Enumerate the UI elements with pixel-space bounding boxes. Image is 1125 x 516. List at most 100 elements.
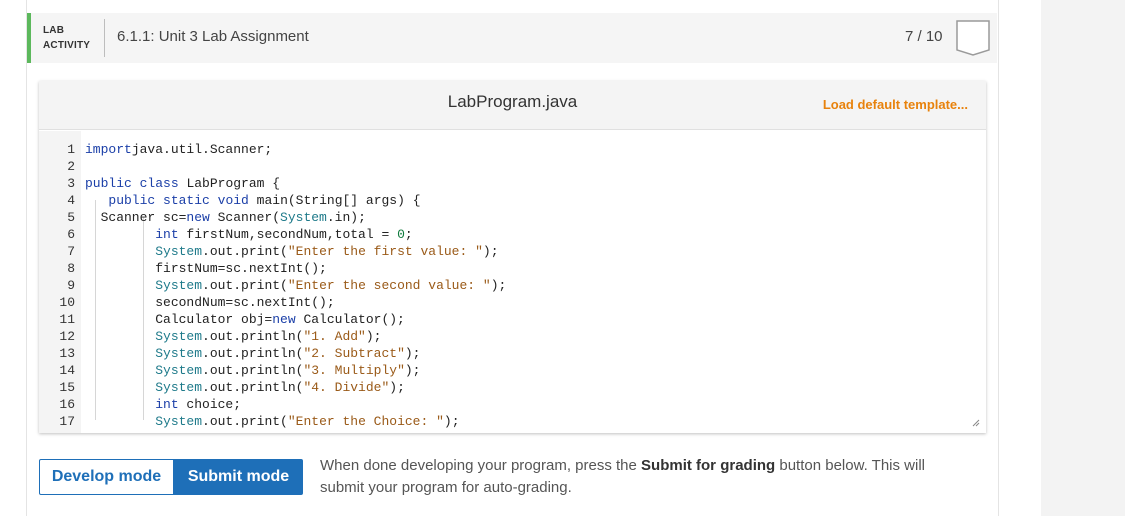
code-text: Calculator obj=new Calculator(); — [85, 311, 405, 328]
line-number: 4 — [67, 193, 75, 208]
line-number: 11 — [59, 312, 75, 327]
code-line: 15 System.out.println("4. Divide"); — [39, 379, 979, 396]
code-token: import — [85, 142, 132, 157]
code-text: Scanner sc=new Scanner(System.in); — [85, 209, 366, 226]
code-text: public static void main(String[] args) { — [85, 192, 421, 209]
code-token: ); — [389, 380, 405, 395]
code-token: secondNum=sc.nextInt(); — [85, 295, 335, 310]
lab-label-line1: LAB — [43, 25, 65, 36]
line-number: 9 — [67, 278, 75, 293]
code-token: class — [139, 176, 179, 191]
code-text: public class LabProgram { — [85, 175, 280, 192]
code-token: .out.println( — [202, 329, 304, 344]
code-line: 6 int firstNum,secondNum,total = 0; — [39, 226, 979, 243]
code-text: System.out.println("1. Add"); — [85, 328, 381, 345]
develop-mode-button[interactable]: Develop mode — [39, 459, 174, 495]
line-number: 2 — [67, 159, 75, 174]
header-divider — [104, 19, 105, 57]
code-token: "4. Divide" — [303, 380, 390, 395]
code-line: 12 System.out.println("1. Add"); — [39, 328, 979, 345]
line-number: 17 — [59, 414, 75, 429]
code-token: Calculator obj= — [85, 312, 273, 327]
load-default-template-link[interactable]: Load default template... — [823, 97, 968, 112]
code-token: .out.print( — [202, 278, 288, 293]
code-token: .in); — [326, 210, 366, 225]
lab-label-line2: ACTIVITY — [43, 40, 91, 51]
code-token: .out.println( — [202, 346, 304, 361]
submit-help-text: When done developing your program, press… — [320, 455, 960, 499]
code-token: firstNum,secondNum,total = — [178, 227, 398, 242]
code-token: java.util.Scanner; — [131, 142, 273, 157]
code-token: "2. Subtract" — [303, 346, 405, 361]
code-line: 1 importjava.util.Scanner; — [39, 141, 979, 158]
code-text-area[interactable]: 1 importjava.util.Scanner; 2 3 public class … — [39, 131, 986, 433]
line-number: 8 — [67, 261, 75, 276]
code-token: ); — [482, 244, 499, 259]
code-line: 2 — [39, 158, 979, 175]
code-token: new — [272, 312, 296, 327]
code-text: System.out.print("Enter the Choice: "); — [85, 413, 460, 430]
code-token: ); — [404, 346, 421, 361]
code-text: int firstNum,secondNum,total = 0; — [85, 226, 413, 243]
code-token: void — [217, 193, 249, 208]
code-token: System — [155, 346, 203, 361]
lab-activity-label: LAB ACTIVITY — [43, 23, 90, 53]
code-token: System — [280, 210, 327, 225]
code-token: Scanner( — [209, 210, 281, 225]
line-number: 15 — [59, 380, 75, 395]
code-token: Scanner sc= — [85, 210, 187, 225]
line-number: 10 — [59, 295, 75, 310]
code-text: importjava.util.Scanner; — [85, 141, 272, 158]
code-token: "1. Add" — [303, 329, 366, 344]
code-line: 5 Scanner sc=new Scanner(System.in); — [39, 209, 979, 226]
code-token: ); — [443, 414, 460, 429]
code-token: System — [155, 244, 203, 259]
line-number: 1 — [67, 142, 75, 157]
code-token: main(String[] args) { — [248, 193, 421, 208]
lab-title: 6.1.1: Unit 3 Lab Assignment — [117, 28, 309, 45]
code-token: System — [155, 414, 203, 429]
code-token: static — [163, 193, 210, 208]
code-token: System — [155, 380, 203, 395]
score-text: 7 / 10 — [905, 28, 943, 45]
code-text: System.out.print("Enter the first value:… — [85, 243, 499, 260]
code-text: int choice; — [85, 396, 241, 413]
code-token: .out.println( — [202, 363, 304, 378]
code-token: choice; — [178, 397, 242, 412]
submit-mode-button[interactable]: Submit mode — [174, 459, 303, 495]
code-token: ); — [490, 278, 507, 293]
code-line: 3 public class LabProgram { — [39, 175, 979, 192]
code-text: System.out.println("3. Multiply"); — [85, 362, 420, 379]
code-text: secondNum=sc.nextInt(); — [85, 294, 335, 311]
page-right-gutter — [1041, 0, 1125, 516]
code-text: firstNum=sc.nextInt(); — [85, 260, 327, 277]
line-number: 16 — [59, 397, 75, 412]
score-badge-icon — [956, 20, 990, 56]
line-number: 3 — [67, 176, 75, 191]
code-token: public — [108, 193, 156, 208]
code-token: Calculator(); — [295, 312, 405, 327]
code-line: 10 secondNum=sc.nextInt(); — [39, 294, 979, 311]
code-text: System.out.println("2. Subtract"); — [85, 345, 420, 362]
code-token: firstNum=sc.nextInt(); — [85, 261, 327, 276]
code-token: "Enter the first value: " — [287, 244, 483, 259]
code-line: 16 int choice; — [39, 396, 979, 413]
code-token: "3. Multiply" — [303, 363, 405, 378]
code-line: 13 System.out.println("2. Subtract"); — [39, 345, 979, 362]
lab-header: LAB ACTIVITY 6.1.1: Unit 3 Lab Assignmen… — [27, 13, 997, 63]
code-token: int — [155, 227, 179, 242]
code-token: ; — [404, 227, 413, 242]
code-line: 7 System.out.print("Enter the first valu… — [39, 243, 979, 260]
code-line: 11 Calculator obj=new Calculator(); — [39, 311, 979, 328]
line-number: 13 — [59, 346, 75, 361]
code-token: "Enter the second value: " — [287, 278, 491, 293]
line-number: 6 — [67, 227, 75, 242]
